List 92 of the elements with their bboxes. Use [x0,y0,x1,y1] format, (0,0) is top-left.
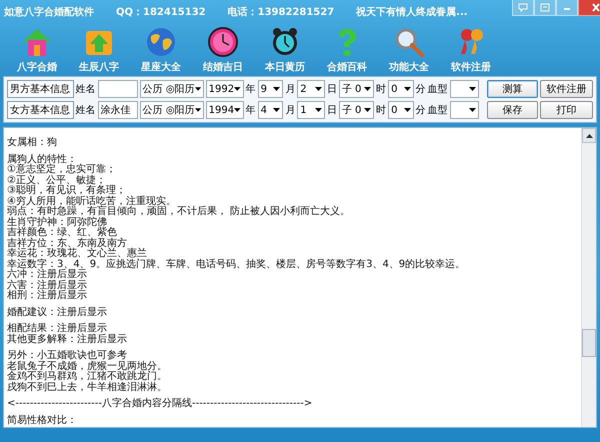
result-text-line: 简易性格对比： [7,416,78,426]
dropdown[interactable]: 4 [258,101,284,119]
dropdown-caret-icon [469,87,476,91]
dropdown-caret-icon [404,108,411,112]
feedback-button[interactable] [512,0,534,16]
result-text-line: 属狗人的特性： [7,154,77,164]
dropdown[interactable]: 1994 [206,101,244,119]
field-label: 月 [285,83,296,96]
scrollbar[interactable] [581,128,596,427]
result-text-line: <------------------------八字合婚内容分隔线-------------------------------> [7,399,314,410]
minimize-button[interactable] [556,0,578,16]
result-text-line: 六害：注册后显示 [7,280,88,290]
result-text-line: 戌狗不到巳上去，牛羊相逢泪淋淋。 [7,382,168,393]
field-label: 日 [326,83,337,96]
window-icon [540,3,550,12]
action-button[interactable]: 测算 [487,80,538,98]
search-icon [393,26,425,58]
scroll-up-button[interactable] [582,128,596,143]
dropdown[interactable]: 1992 [206,80,244,98]
section-label: 女方基本信息 [7,101,74,119]
phone-number: 电话：13982281527 [228,6,334,19]
skin-button[interactable] [534,0,556,16]
close-icon [590,3,600,12]
result-text-line: 弱点：有时急躁，有盲目倾向，顽固，不计后果， 防止被人因小利而亡大义。 [7,207,352,217]
result-text-line: 婚配建议：注册后显示 [7,308,108,318]
dropdown[interactable]: 公历 ◎阳历 [140,101,204,119]
field-label: 血型 [428,104,448,117]
dropdown-caret-icon [469,108,476,112]
field-label: 血型 [428,82,448,96]
result-text-line: 相配结果：注册后显示 [7,324,107,334]
result-text-line: 吉祥颜色：绿、红、紫色 [7,228,117,238]
result-text-line: 生肖守护神：阿弥陀佛 [7,218,107,228]
field-label: 月 [285,104,296,117]
dropdown[interactable]: 9 [258,80,284,98]
result-text-line: 老鼠兔子不成婚，虎猴一见两地分。 [7,362,168,372]
slogan: 祝天下有情人终成眷属... [356,6,468,19]
speech-bubble-icon [518,3,528,12]
result-text-line: 幸运数字：3、4、9。应挑选门牌、车牌、电话号码、抽奖、楼层、房号等数字有3、4、9的比较幸运。 [7,260,466,270]
result-text-line: 金鸡不到马群鸡，江猪不敢跳龙门。 [7,372,168,382]
dropdown-caret-icon [194,108,201,112]
result-text-line: 另外：小五婚歌诀也可参考 [7,351,128,361]
name-input[interactable]: 涂永佳 [98,101,138,119]
section-label: 男方基本信息 [7,80,74,98]
result-text-line: ①意志坚定，忠实可靠； [7,165,117,175]
qq-number: QQ：182415132 [116,6,206,19]
dropdown-caret-icon [234,108,241,112]
result-text-line: ③聪明，有见识，有条理； [7,186,126,196]
dropdown[interactable]: 子 0 [338,101,374,119]
dropdown-caret-icon [273,87,280,91]
name-input[interactable] [98,80,138,98]
result-text-line: 六冲：注册后显示 [7,270,88,280]
field-label: 日 [326,104,337,117]
action-button[interactable]: 软件注册 [540,80,594,98]
dropdown[interactable]: 1 [297,101,325,119]
field-label: 分 [416,104,426,117]
result-text-line: ④穷人所用，能听话吃苦，注重现实。 [7,196,177,206]
dropdown-caret-icon [404,87,411,91]
dropdown[interactable] [450,80,480,98]
dropdown-caret-icon [273,108,280,112]
result-text-line: ②正义、公平、敏捷； [7,176,106,186]
field-label: 年 [246,83,256,96]
result-text-line: 幸运花：玫瑰花、文心兰、惠兰 [7,249,148,259]
dropdown-caret-icon [234,87,241,91]
globe-icon [145,26,177,58]
field-label: 姓名 [76,104,96,117]
up-caret-icon [586,134,592,138]
dropdown-caret-icon [314,108,322,112]
action-button[interactable]: 保存 [487,101,538,119]
field-label: 分 [416,83,426,96]
field-label: 时 [376,104,386,117]
dropdown-caret-icon [364,87,372,91]
result-text-line: 其他更多解释：注册后显示 [7,334,128,345]
result-text-line: 女属相：狗 [7,138,58,148]
dropdown[interactable]: 2 [297,80,325,98]
field-label: 姓名 [76,83,96,96]
field-label: 年 [246,104,256,117]
dropdown[interactable]: 公历 ◎阳历 [140,80,204,98]
result-text-line: 相刑：注册后显示 [7,291,88,302]
dropdown-caret-icon [194,87,201,91]
dropdown[interactable]: 0 [388,80,414,98]
dropdown-caret-icon [314,87,322,91]
dropdown[interactable]: 0 [388,101,414,119]
dropdown-caret-icon [364,108,372,112]
clock-icon [207,26,239,58]
dropdown[interactable]: 子 0 [338,80,374,98]
field-label: 时 [376,82,386,96]
dropdown[interactable] [450,101,480,119]
scroll-thumb[interactable] [582,329,596,357]
house-icon [21,26,53,58]
result-text-line: 吉祥方位：东、东南及南方 [7,238,127,248]
action-button[interactable]: 打印 [540,101,594,119]
window-title: 如意八字合婚配软件 [4,5,94,19]
